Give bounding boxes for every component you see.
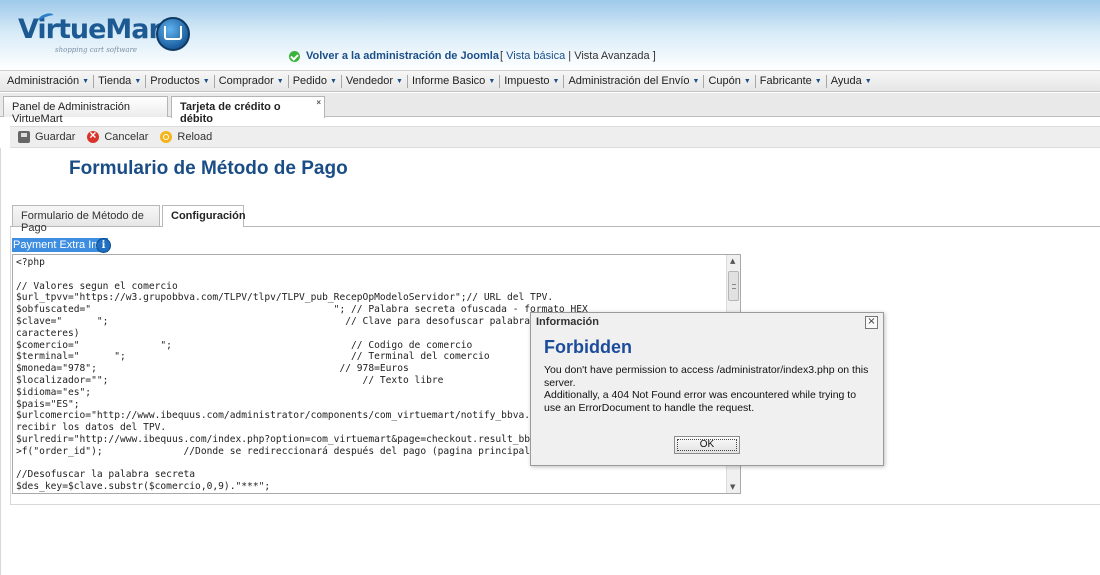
chevron-down-icon: ▼: [864, 77, 872, 85]
save-label: Guardar: [35, 131, 76, 143]
scroll-up-icon[interactable]: ▲: [730, 257, 735, 265]
menu-label: Pedido: [292, 75, 327, 87]
back-to-joomla-link[interactable]: Volver a la administración de Joomla: [289, 50, 499, 62]
logo-subtitle: shopping cart software: [55, 46, 138, 54]
reload-button[interactable]: Reload: [160, 131, 212, 143]
cancel-label: Cancelar: [104, 131, 149, 143]
menu-label: Comprador: [218, 75, 274, 87]
content-left-border: [0, 148, 1, 575]
menu-label: Productos: [150, 75, 200, 87]
menu-label: Tienda: [98, 75, 132, 87]
advanced-view-label: Vista Avanzada: [574, 50, 650, 62]
menu-item-productos[interactable]: Productos ▼: [146, 75, 213, 87]
menu-label: Cupón: [708, 75, 741, 87]
menu-label: Ayuda: [830, 75, 862, 87]
chevron-down-icon: ▼: [488, 77, 496, 85]
menu-label: Administración del Envío: [568, 75, 690, 87]
basic-view-link[interactable]: Vista básica: [506, 50, 565, 62]
tab-label: Tarjeta de crédito o débito: [180, 101, 281, 125]
menu-item-administracion[interactable]: Administración ▼: [3, 75, 93, 87]
code-line: $url_tpvv="https://w3.grupobbva.com/TLPV…: [16, 292, 554, 304]
code-line: <?php: [16, 257, 45, 268]
tab-label: Panel de Administración VirtueMart: [12, 101, 131, 125]
chevron-down-icon: ▼: [202, 77, 210, 85]
header: VirtueMart shopping cart software Volver…: [0, 0, 1100, 70]
error-dialog: Información × Forbidden You don't have p…: [530, 312, 884, 466]
bracket-close: ]: [652, 50, 656, 62]
grip-icon: [732, 284, 736, 289]
tab-label: Configuración: [171, 210, 246, 222]
dialog-heading: Forbidden: [544, 337, 632, 357]
scroll-down-icon[interactable]: ▼: [730, 483, 735, 491]
chevron-down-icon: ▼: [692, 77, 700, 85]
menu-label: Vendedor: [345, 75, 393, 87]
cancel-button[interactable]: Cancelar: [87, 128, 149, 143]
dialog-close-button[interactable]: ×: [865, 316, 878, 329]
tab-credit-card[interactable]: Tarjeta de crédito o débito ×: [171, 96, 325, 125]
code-line: $des_key=$clave.substr($comercio,0,9)."*…: [16, 481, 271, 493]
menu-item-cupon[interactable]: Cupón ▼: [704, 75, 754, 87]
close-tab-icon[interactable]: ×: [316, 98, 321, 107]
tab-virtuemart-panel[interactable]: Panel de Administración VirtueMart: [3, 96, 168, 125]
scrollbar-thumb[interactable]: [728, 271, 739, 301]
menu-label: Informe Basico: [411, 75, 486, 87]
save-icon: [18, 131, 30, 143]
tab-configuration[interactable]: Configuración: [162, 205, 246, 227]
menu-item-vendedor[interactable]: Vendedor ▼: [342, 75, 407, 87]
reload-label: Reload: [177, 131, 213, 143]
menu-label: Impuesto: [504, 75, 550, 87]
save-button[interactable]: Guardar: [18, 131, 75, 143]
menu-item-ayuda[interactable]: Ayuda ▼: [827, 75, 876, 87]
chevron-down-icon: ▼: [396, 77, 403, 85]
info-icon[interactable]: i: [96, 238, 111, 253]
menu-item-tienda[interactable]: Tienda ▼: [94, 75, 145, 87]
dialog-message: You don't have permission to access /adm…: [544, 364, 874, 414]
dialog-title: Información: [536, 316, 599, 328]
menu-item-informe-basico[interactable]: Informe Basico ▼: [408, 75, 499, 87]
reload-icon: [160, 131, 173, 143]
tab-payment-form[interactable]: Formulario de Método de Pago: [12, 205, 160, 234]
dialog-message-line: You don't have permission to access /adm…: [544, 364, 869, 389]
page-tab-strip: Panel de Administración VirtueMart Tarje…: [0, 93, 1100, 125]
chevron-down-icon: ▼: [82, 77, 90, 85]
action-toolbar: Guardar Cancelar Reload: [10, 126, 1100, 148]
menu-item-envio[interactable]: Administración del Envío ▼: [564, 75, 703, 87]
cart-icon: [164, 26, 182, 40]
dialog-message-line: Additionally, a 404 Not Found error was …: [544, 389, 857, 414]
focus-ring: [677, 439, 737, 451]
view-mode-links: [ Vista básica | Vista Avanzada ]: [500, 50, 656, 62]
menu-label: Fabricante: [759, 75, 812, 87]
chevron-down-icon: ▼: [329, 77, 337, 85]
check-circle-icon: [289, 50, 300, 62]
chevron-down-icon: ▼: [134, 77, 142, 85]
chevron-down-icon: ▼: [814, 77, 822, 85]
menu-item-pedido[interactable]: Pedido ▼: [289, 75, 341, 87]
menu-item-impuesto[interactable]: Impuesto ▼: [500, 75, 563, 87]
chevron-down-icon: ▼: [552, 77, 560, 85]
bracket-open: [: [500, 50, 504, 62]
payment-extra-info-label: Payment Extra Info: [12, 238, 108, 252]
menu-item-fabricante[interactable]: Fabricante ▼: [756, 75, 826, 87]
chevron-down-icon: ▼: [276, 77, 284, 85]
chevron-down-icon: ▼: [743, 77, 751, 85]
virtuemart-logo[interactable]: VirtueMart shopping cart software: [18, 11, 198, 58]
menu-label: Administración: [7, 75, 80, 87]
content-tab-strip: Formulario de Método de Pago Configuraci…: [10, 203, 1100, 234]
back-to-joomla-label: Volver a la administración de Joomla: [306, 50, 499, 62]
view-separator: |: [568, 50, 572, 62]
code-line: // Valores segun el comercio: [16, 280, 178, 292]
cancel-icon: [87, 128, 100, 143]
main-menu-bar: Administración ▼ Tienda ▼ Productos ▼ Compr…: [0, 70, 1100, 92]
page-title: Formulario de Método de Pago: [69, 158, 348, 179]
code-line: //Desofuscar la palabra secreta: [16, 469, 196, 481]
menu-item-comprador[interactable]: Comprador ▼: [215, 75, 288, 87]
